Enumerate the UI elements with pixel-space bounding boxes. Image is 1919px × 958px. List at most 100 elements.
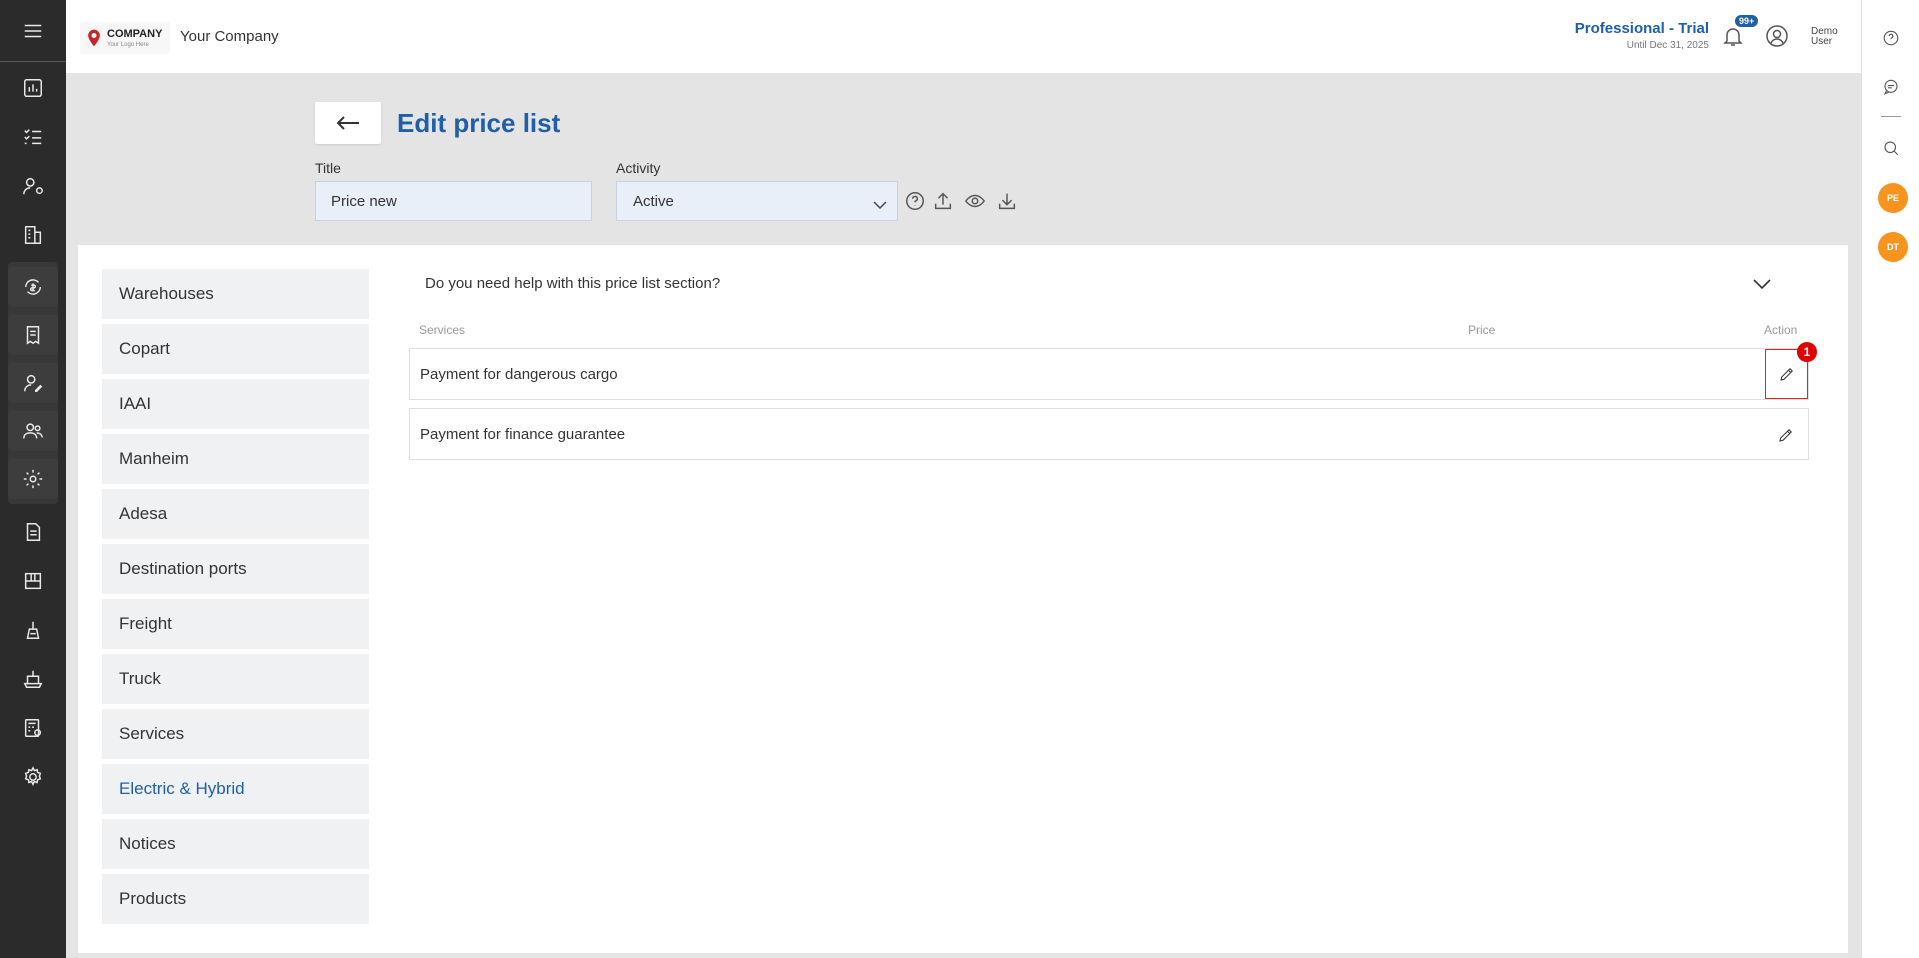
plan-info[interactable]: Professional - Trial Until Dec 31, 2025 — [1575, 20, 1709, 51]
sidebar-item-buildings[interactable] — [8, 215, 58, 255]
activity-label: Activity — [616, 160, 661, 176]
category-iaai[interactable]: IAAI — [102, 379, 369, 429]
sidebar-item-settings[interactable] — [8, 757, 58, 797]
sidebar-item-team[interactable] — [8, 411, 58, 451]
help-tool-button[interactable] — [902, 188, 928, 214]
back-button[interactable] — [315, 102, 381, 144]
question-circle-icon — [1883, 30, 1899, 46]
ship-icon — [23, 670, 43, 688]
sidebar-item-calculator[interactable] — [8, 708, 58, 748]
sidebar-item-dashboard[interactable] — [8, 68, 58, 108]
category-freight[interactable]: Freight — [102, 599, 369, 649]
sidebar-item-shipping[interactable] — [8, 610, 58, 650]
notifications-button[interactable]: 99+ — [1721, 15, 1759, 52]
gear-icon — [24, 766, 42, 786]
company-name: Your Company — [180, 28, 279, 45]
user-name[interactable]: Demo User — [1811, 27, 1849, 47]
column-header-action: Action — [1764, 323, 1798, 337]
plan-expiry: Until Dec 31, 2025 — [1626, 40, 1709, 51]
receipt-icon — [26, 326, 40, 345]
plan-name: Professional - Trial — [1574, 20, 1709, 37]
left-sidebar — [0, 0, 66, 958]
sidebar-item-vessel[interactable] — [8, 659, 58, 699]
category-destination-ports[interactable]: Destination ports — [102, 544, 369, 594]
category-adesa[interactable]: Adesa — [102, 489, 369, 539]
sidebar-item-settings-group[interactable] — [8, 459, 58, 499]
top-header: COMPANY Your Logo Here Your Company Profe… — [66, 0, 1861, 73]
pencil-icon — [1779, 368, 1793, 381]
notification-badge: 99+ — [1735, 15, 1759, 27]
help-accordion[interactable]: Do you need help with this price list se… — [409, 275, 1789, 305]
sidebar-item-contacts[interactable] — [8, 166, 58, 206]
chevron-down-icon — [873, 197, 887, 214]
help-question: Do you need help with this price list se… — [425, 275, 721, 292]
preview-button[interactable] — [962, 188, 988, 214]
eye-icon — [964, 194, 986, 208]
category-notices[interactable]: Notices — [102, 819, 369, 869]
step-marker: 1 — [1797, 342, 1817, 362]
users-icon — [23, 423, 43, 439]
search-button[interactable] — [1876, 133, 1906, 163]
category-copart[interactable]: Copart — [102, 324, 369, 374]
price-list-panel: Warehouses Copart IAAI Manheim Adesa Des… — [78, 245, 1848, 953]
edit-button[interactable] — [1772, 421, 1800, 449]
title-label: Title — [315, 160, 341, 176]
right-sidebar: PE DT — [1861, 0, 1919, 958]
user-menu-button[interactable] — [1765, 24, 1793, 52]
hamburger-icon — [24, 24, 42, 37]
category-warehouses[interactable]: Warehouses — [102, 269, 369, 319]
service-name: Payment for dangerous cargo — [420, 366, 618, 383]
chat-button[interactable] — [1876, 72, 1906, 102]
chat-bubble-icon — [1883, 79, 1898, 95]
logo-text: COMPANY Your Logo Here — [107, 27, 163, 48]
user-icon — [1766, 25, 1788, 47]
column-header-services: Services — [419, 323, 466, 337]
sidebar-item-documents[interactable] — [8, 512, 58, 552]
upload-button[interactable] — [930, 188, 956, 214]
arrow-left-icon — [336, 116, 359, 130]
sidebar-item-warehouse[interactable] — [8, 561, 58, 601]
chevron-down-icon — [1753, 277, 1771, 295]
category-services[interactable]: Services — [102, 709, 369, 759]
help-button[interactable] — [1876, 23, 1906, 53]
sidebar-item-invoices[interactable] — [8, 315, 58, 355]
category-manheim[interactable]: Manheim — [102, 434, 369, 484]
crane-icon — [26, 621, 40, 639]
user-search-icon — [23, 177, 43, 195]
avatar[interactable]: PE — [1878, 183, 1908, 213]
location-pin-icon — [88, 29, 100, 47]
divider — [1881, 116, 1901, 117]
page-title: Edit price list — [397, 108, 561, 138]
upload-icon — [934, 192, 952, 210]
pencil-icon — [1779, 429, 1792, 442]
service-name: Payment for finance guarantee — [420, 426, 626, 443]
table-row: Payment for finance guarantee — [409, 408, 1809, 460]
table-row: Payment for dangerous cargo 1 — [409, 342, 1817, 400]
search-icon — [1884, 141, 1899, 156]
question-circle-icon — [906, 192, 924, 210]
company-logo[interactable]: COMPANY Your Logo Here — [80, 22, 170, 54]
calculator-icon — [24, 719, 42, 737]
category-truck[interactable]: Truck — [102, 654, 369, 704]
bell-icon — [1723, 28, 1743, 46]
download-button[interactable] — [994, 188, 1020, 214]
gear-user-icon — [23, 469, 43, 489]
sidebar-item-tasks[interactable] — [8, 117, 58, 157]
checklist-icon — [24, 129, 42, 145]
title-input[interactable] — [315, 181, 592, 221]
menu-toggle-button[interactable] — [0, 0, 66, 62]
category-electric-hybrid[interactable]: Electric & Hybrid — [102, 764, 369, 814]
sidebar-item-finance[interactable] — [8, 267, 58, 307]
building-icon — [24, 226, 42, 244]
user-edit-icon — [24, 374, 43, 392]
avatar[interactable]: DT — [1878, 232, 1908, 262]
sidebar-item-users[interactable] — [8, 363, 58, 403]
activity-select[interactable]: Active — [616, 181, 898, 221]
box-icon — [24, 572, 42, 590]
column-header-price: Price — [1468, 323, 1496, 337]
chart-icon — [24, 79, 42, 97]
category-products[interactable]: Products — [102, 874, 369, 924]
edit-button[interactable]: 1 — [1765, 342, 1817, 399]
activity-value: Active — [633, 192, 674, 210]
document-icon — [26, 523, 41, 541]
